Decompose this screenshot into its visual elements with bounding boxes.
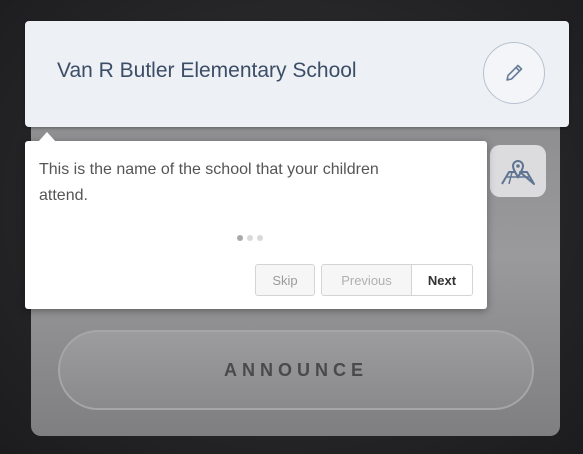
tooltip-text: This is the name of the school that your… bbox=[39, 161, 379, 204]
skip-button[interactable]: Skip bbox=[255, 264, 315, 296]
edit-school-button[interactable] bbox=[483, 42, 545, 104]
previous-button[interactable]: Previous bbox=[322, 265, 412, 295]
tooltip-arrow bbox=[38, 132, 56, 142]
step-dot-3 bbox=[257, 235, 263, 241]
step-indicator bbox=[237, 235, 263, 241]
school-card: Van R Butler Elementary School bbox=[25, 21, 569, 127]
map-button[interactable] bbox=[490, 145, 546, 197]
pencil-icon bbox=[506, 64, 523, 81]
announce-button[interactable]: ANNOUNCE bbox=[58, 330, 534, 410]
announce-label: ANNOUNCE bbox=[223, 359, 368, 380]
tour-nav-group: Previous Next bbox=[321, 264, 473, 296]
step-dot-2 bbox=[247, 235, 253, 241]
school-name: Van R Butler Elementary School bbox=[57, 59, 357, 82]
map-pin-icon bbox=[501, 160, 535, 185]
next-button[interactable]: Next bbox=[412, 265, 472, 295]
step-dot-1 bbox=[237, 235, 243, 241]
tour-tooltip: This is the name of the school that your… bbox=[25, 132, 487, 309]
